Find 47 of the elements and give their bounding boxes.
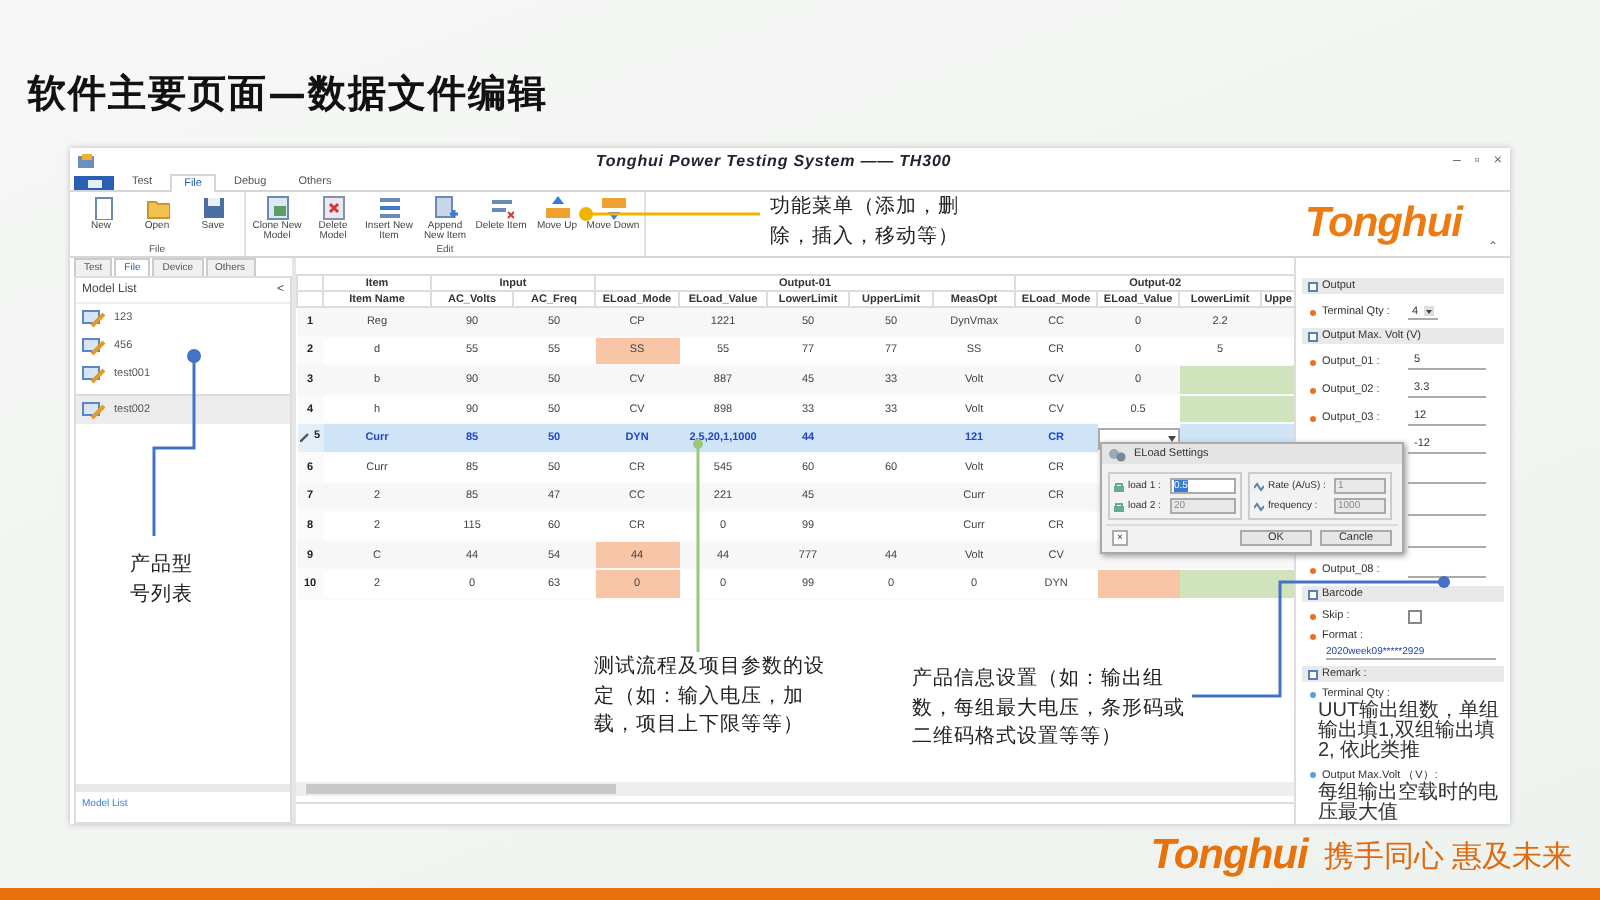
- bullet-icon: [1310, 772, 1316, 778]
- caret-icon: [1424, 306, 1435, 316]
- document-delete-icon: [321, 196, 345, 220]
- bullet-icon: [1310, 415, 1316, 421]
- bullet-icon: [1310, 691, 1316, 697]
- monitor-pencil-icon: [82, 336, 106, 356]
- app-menu-button[interactable]: [74, 176, 114, 190]
- rows-insert-icon: [377, 196, 401, 220]
- section-icon: [1308, 589, 1318, 599]
- monitor-pencil-icon: [82, 364, 106, 384]
- section-icon: [1308, 669, 1318, 679]
- document-copy-icon: [265, 196, 289, 220]
- bullet-icon: [1310, 567, 1316, 573]
- annotation-text: 功能菜单（添加，删除，插入，移动等）: [770, 194, 961, 251]
- bullet-icon: [1310, 387, 1316, 393]
- horizontal-scrollbar[interactable]: [296, 782, 1294, 796]
- slogan: 携手同心 惠及未来: [1323, 837, 1572, 875]
- page-icon: [89, 196, 113, 220]
- folder-icon: [145, 196, 169, 220]
- monitor-pencil-icon: [82, 308, 106, 328]
- lock-icon: [1114, 501, 1124, 511]
- annotation-text: 产品型号列表: [130, 552, 195, 609]
- bullet-icon: [1310, 613, 1316, 619]
- pencil-icon: [299, 431, 310, 442]
- bullet-icon: [1310, 633, 1316, 639]
- remark-text: UUT输出组数，单组输出填1,双组输出填2, 依此类推: [1316, 702, 1502, 762]
- gears-icon: [1108, 447, 1126, 461]
- skip-checkbox[interactable]: [1408, 609, 1422, 623]
- window-title: Tonghui Power Testing System —— TH300: [593, 151, 954, 169]
- move-up-icon: [545, 196, 569, 220]
- remark-text: 每组输出空载时的电压最大值: [1316, 784, 1500, 824]
- annotation-text: 测试流程及项目参数的设定（如：输入电压，加载，项目上下限等等）: [594, 654, 826, 740]
- bullet-icon: [1310, 359, 1316, 365]
- document-add-icon: [433, 196, 457, 220]
- section-icon: [1308, 331, 1318, 341]
- move-down-icon: [601, 196, 625, 220]
- brand-logo: Tonghui: [1304, 200, 1462, 248]
- brand-logo: Tonghui: [1150, 832, 1308, 880]
- menu-icon: [87, 179, 101, 187]
- monitor-pencil-icon: [82, 400, 106, 420]
- rows-delete-icon: [489, 196, 513, 220]
- section-icon: [1308, 281, 1318, 291]
- slide-title: 软件主要页面—数据文件编辑: [28, 70, 550, 120]
- bullet-icon: [1310, 309, 1316, 315]
- lock-icon: [1114, 481, 1124, 491]
- app-icon: [78, 153, 94, 167]
- annotation-text: 产品信息设置（如：输出组数，每组最大电压，条形码或二维码格式设置等等）: [912, 666, 1187, 752]
